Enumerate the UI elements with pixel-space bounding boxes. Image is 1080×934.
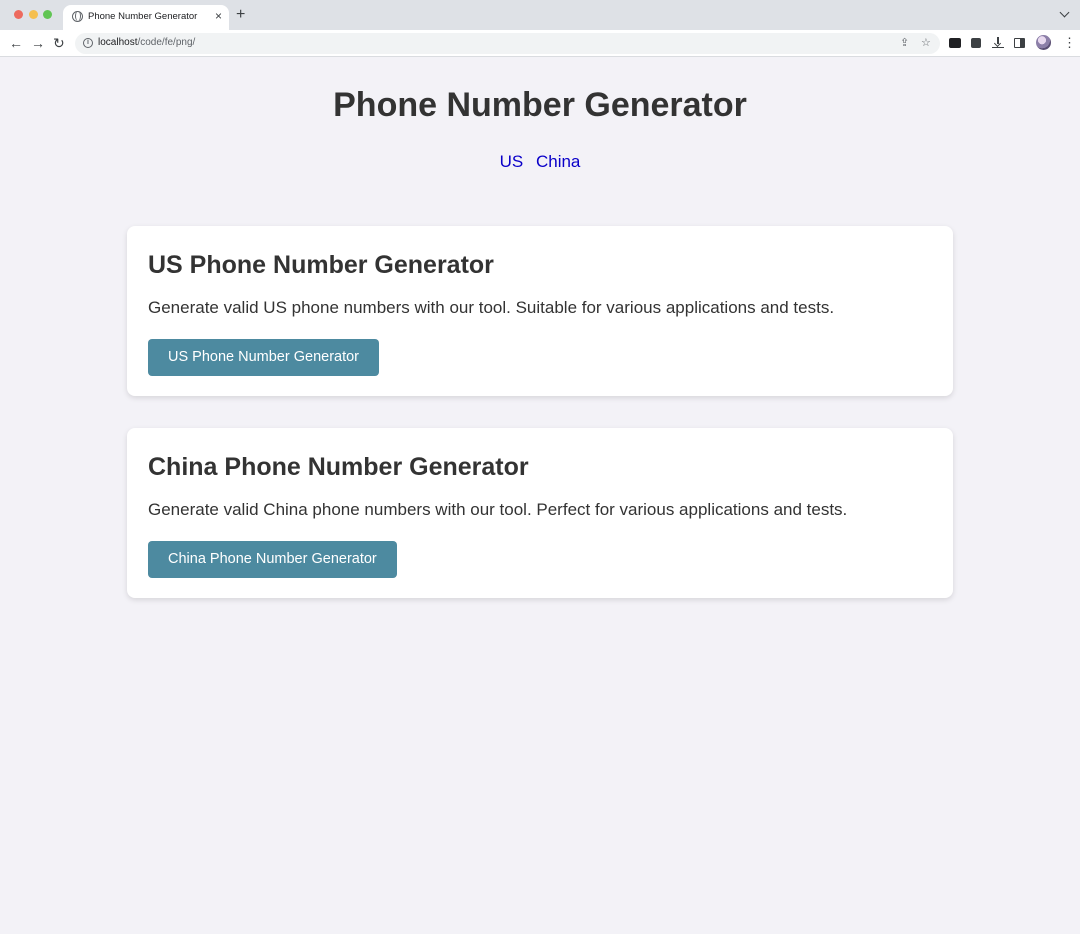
- card-heading: China Phone Number Generator: [148, 453, 529, 481]
- extension-icon[interactable]: [949, 38, 961, 48]
- browser-titlebar: Phone Number Generator × +: [0, 0, 1080, 30]
- browser-tab[interactable]: Phone Number Generator ×: [63, 5, 229, 30]
- star-icon[interactable]: ☆: [921, 37, 931, 50]
- globe-icon: [72, 11, 83, 22]
- url-path: /code/fe/png/: [137, 37, 196, 48]
- url-text: localhost/code/fe/png/: [98, 37, 195, 48]
- browser-toolbar: ← → ↻ i localhost/code/fe/png/ ⇪ ☆ ⋮: [0, 30, 1080, 57]
- menu-icon[interactable]: ⋮: [1063, 36, 1076, 50]
- address-bar[interactable]: i localhost/code/fe/png/ ⇪ ☆: [75, 33, 940, 54]
- info-icon[interactable]: i: [83, 38, 93, 48]
- card-description: Generate valid US phone numbers with our…: [148, 298, 835, 317]
- china-generator-button[interactable]: China Phone Number Generator: [148, 541, 397, 578]
- nav-link-us[interactable]: US: [500, 152, 524, 171]
- url-host: localhost: [98, 37, 138, 48]
- chevron-down-icon[interactable]: [1059, 7, 1070, 18]
- side-panel-icon[interactable]: [1014, 38, 1025, 48]
- share-icon[interactable]: ⇪: [900, 37, 909, 50]
- puzzle-icon[interactable]: [971, 38, 981, 48]
- tab-close-icon[interactable]: ×: [215, 9, 222, 23]
- nav-link-china[interactable]: China: [536, 152, 580, 171]
- close-window-button[interactable]: [14, 10, 23, 19]
- us-generator-card: US Phone Number Generator Generate valid…: [127, 226, 953, 396]
- download-icon[interactable]: [992, 37, 1004, 48]
- page-title: Phone Number Generator: [333, 86, 747, 124]
- us-generator-button[interactable]: US Phone Number Generator: [148, 339, 380, 376]
- card-heading: US Phone Number Generator: [148, 251, 494, 279]
- minimize-window-button[interactable]: [29, 10, 38, 19]
- new-tab-button[interactable]: +: [236, 6, 245, 24]
- card-description: Generate valid China phone numbers with …: [148, 500, 848, 519]
- back-button[interactable]: ←: [9, 35, 23, 51]
- country-nav: US China: [0, 152, 1080, 172]
- reload-button[interactable]: ↻: [53, 35, 65, 51]
- page-content: Phone Number Generator US China US Phone…: [0, 58, 1080, 934]
- tab-title: Phone Number Generator: [88, 11, 198, 22]
- avatar[interactable]: [1036, 35, 1051, 50]
- maximize-window-button[interactable]: [43, 10, 52, 19]
- forward-button[interactable]: →: [31, 35, 45, 51]
- china-generator-card: China Phone Number Generator Generate va…: [127, 428, 953, 598]
